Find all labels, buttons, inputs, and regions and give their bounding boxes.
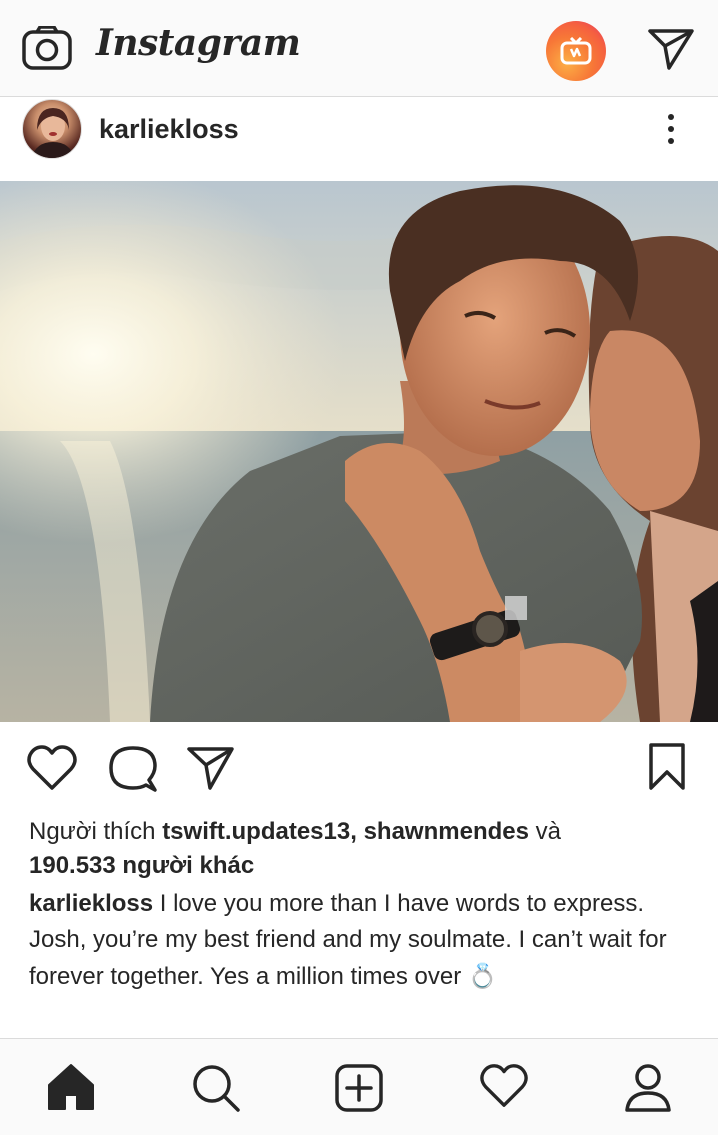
new-post-icon[interactable] <box>334 1063 384 1118</box>
save-bookmark-icon[interactable] <box>648 742 686 797</box>
post-username[interactable]: karliekloss <box>99 114 239 145</box>
caption-author[interactable]: karliekloss <box>29 890 153 917</box>
avatar[interactable] <box>22 99 82 159</box>
direct-message-icon[interactable] <box>647 27 695 76</box>
like-heart-icon[interactable] <box>26 745 78 796</box>
liker-link[interactable]: tswift.updates13 <box>162 818 350 845</box>
igtv-icon[interactable] <box>546 21 606 81</box>
search-icon[interactable] <box>191 1063 241 1118</box>
post-photo[interactable] <box>0 181 718 722</box>
ring-emoji: 💍 <box>467 962 498 990</box>
liker-link[interactable]: shawnmendes <box>364 818 529 845</box>
more-options-icon[interactable] <box>664 114 678 150</box>
top-bar: Instagram <box>0 0 718 97</box>
home-icon[interactable] <box>47 1063 95 1116</box>
likes-count[interactable]: 190.533 người khác <box>29 852 254 879</box>
instagram-logo: Instagram <box>96 22 301 64</box>
likes-conjunction: và <box>535 818 561 845</box>
comment-icon[interactable] <box>108 745 158 798</box>
camera-icon[interactable] <box>22 25 72 75</box>
share-icon[interactable] <box>186 745 236 796</box>
profile-icon[interactable] <box>624 1063 672 1118</box>
likes-separator: , <box>350 818 357 845</box>
post-caption: karliekloss I love you more than I have … <box>29 886 689 995</box>
likes-summary: Người thích tswift.updates13, shawnmende… <box>29 815 699 883</box>
activity-heart-icon[interactable] <box>479 1063 529 1114</box>
bottom-nav <box>0 1038 718 1135</box>
post-actions <box>0 722 718 812</box>
likes-prefix: Người thích <box>29 818 156 845</box>
